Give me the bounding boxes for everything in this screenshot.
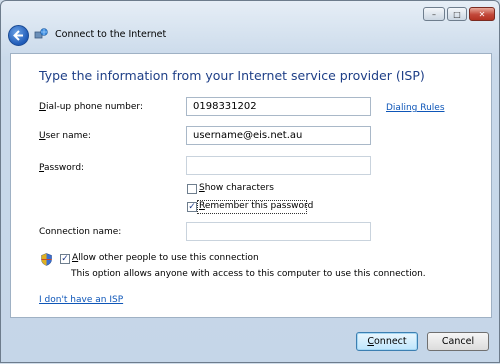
connect-button[interactable]: Connect xyxy=(356,332,418,351)
password-label: Password: xyxy=(39,163,85,173)
window-title: Connect to the Internet xyxy=(55,29,167,40)
checkmark-icon: ✓ xyxy=(188,202,196,212)
dialog-window: – □ ✕ Connect to the Internet Type the i… xyxy=(0,0,500,363)
allow-others-note: This option allows anyone with access to… xyxy=(71,269,426,279)
allow-others-label: Allow other people to use this connectio… xyxy=(72,253,259,263)
network-connection-icon xyxy=(34,28,48,39)
allow-others-checkbox[interactable]: ✓ xyxy=(60,254,70,264)
remember-password-label: Remember this password xyxy=(199,201,314,211)
password-input[interactable] xyxy=(186,156,371,175)
dialing-rules-link[interactable]: Dialing Rules xyxy=(386,103,445,113)
close-button[interactable]: ✕ xyxy=(469,7,495,21)
no-isp-link[interactable]: I don't have an ISP xyxy=(39,295,123,305)
username-input[interactable]: username@eis.net.au xyxy=(186,126,371,145)
cancel-button[interactable]: Cancel xyxy=(427,332,489,351)
dialup-phone-input[interactable]: 0198331202 xyxy=(186,97,371,116)
checkmark-icon: ✓ xyxy=(61,254,69,264)
back-button[interactable] xyxy=(8,25,29,46)
remember-password-checkbox[interactable]: ✓ xyxy=(187,202,197,212)
close-icon: ✕ xyxy=(478,9,486,19)
dialup-label: Dial-up phone number: xyxy=(39,102,144,112)
dialog-footer: Connect Cancel xyxy=(1,318,500,364)
connection-name-label: Connection name: xyxy=(39,227,122,237)
uac-shield-icon xyxy=(41,253,52,266)
back-arrow-icon xyxy=(13,30,23,41)
maximize-button[interactable]: □ xyxy=(447,7,467,21)
minimize-icon: – xyxy=(432,9,436,19)
show-characters-checkbox[interactable] xyxy=(187,184,197,194)
show-characters-label: Show characters xyxy=(199,183,274,193)
content-panel: Type the information from your Internet … xyxy=(10,53,492,318)
username-label: User name: xyxy=(39,131,91,141)
minimize-button[interactable]: – xyxy=(423,7,445,21)
page-heading: Type the information from your Internet … xyxy=(39,68,425,83)
connection-name-input[interactable] xyxy=(186,222,371,241)
maximize-icon: □ xyxy=(453,9,461,19)
